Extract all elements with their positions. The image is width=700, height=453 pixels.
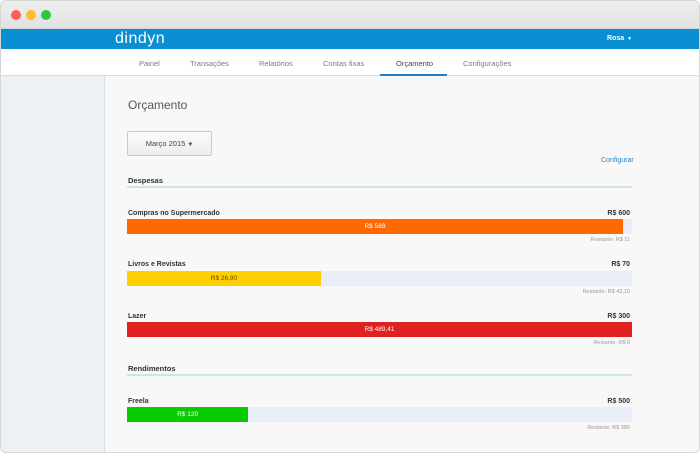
sidebar [1, 76, 105, 452]
minimize-window-icon[interactable] [26, 10, 36, 20]
close-window-icon[interactable] [11, 10, 21, 20]
budget-progress-fill: R$ 120 [127, 407, 249, 422]
section-divider [127, 186, 632, 188]
section-title-expenses: Despesas [128, 176, 164, 185]
budget-remaining: Restante: R$ 11 [590, 237, 630, 243]
budget-progress-fill: R$ 26,90 [127, 271, 321, 286]
brand-logo[interactable]: dindyn [115, 30, 165, 48]
active-tab-indicator [380, 74, 447, 76]
section-title-income: Rendimentos [128, 364, 176, 373]
budget-progress-fill: R$ 589 [127, 219, 623, 234]
budget-item-name: Livros e Revistas [128, 261, 186, 268]
tab-orcamento[interactable]: Orçamento [396, 59, 433, 68]
budget-spent-label: R$ 120 [177, 411, 199, 418]
page-title: Orçamento [128, 98, 188, 112]
budget-item-name: Freela [128, 398, 149, 405]
budget-item-total: R$ 500 [607, 398, 630, 405]
month-selector-label: Março 2015 [145, 139, 186, 148]
budget-item-name: Compras no Supermercado [128, 210, 220, 217]
budget-spent-label: R$ 489,41 [364, 326, 395, 333]
window-titlebar [1, 1, 699, 29]
budget-remaining: Restante: R$ 0 [593, 340, 630, 346]
user-menu[interactable]: Rosa [607, 34, 624, 43]
chevron-down-icon[interactable]: ▼ [627, 35, 632, 43]
budget-spent-label: R$ 26,90 [210, 275, 238, 282]
section-divider [127, 374, 632, 376]
budget-spent-label: R$ 589 [364, 223, 386, 230]
budget-progress-bar[interactable]: R$ 489,41 [127, 322, 632, 337]
main-nav: Painel Transações Relatórios Contas fixa… [1, 49, 699, 76]
chevron-down-icon: ▼ [187, 142, 194, 148]
budget-item-total: R$ 600 [607, 210, 630, 217]
budget-progress-fill: R$ 489,41 [127, 322, 632, 337]
app-header: dindyn Rosa ▼ [1, 29, 699, 49]
budget-progress-bar[interactable]: R$ 589 [127, 219, 632, 234]
month-selector-button[interactable]: Março 2015 ▼ [127, 131, 212, 156]
budget-item-name: Lazer [128, 313, 147, 320]
budget-item-total: R$ 300 [607, 313, 630, 320]
tab-painel[interactable]: Painel [139, 59, 160, 68]
budget-item-total: R$ 70 [611, 261, 630, 268]
maximize-window-icon[interactable] [41, 10, 51, 20]
budget-progress-bar[interactable]: R$ 26,90 [127, 271, 632, 286]
tab-contas-fixas[interactable]: Contas fixas [323, 59, 364, 68]
budget-remaining: Restante: R$ 43,10 [582, 289, 630, 295]
configure-link[interactable]: Configurar [601, 156, 634, 165]
budget-remaining: Restante: R$ 380 [587, 425, 630, 431]
browser-window: dindyn Rosa ▼ Painel Transações Relatóri… [0, 0, 700, 453]
tab-configuracoes[interactable]: Configurações [463, 59, 511, 68]
tab-transacoes[interactable]: Transações [190, 59, 229, 68]
tab-relatorios[interactable]: Relatórios [259, 59, 293, 68]
budget-progress-bar[interactable]: R$ 120 [127, 407, 632, 422]
